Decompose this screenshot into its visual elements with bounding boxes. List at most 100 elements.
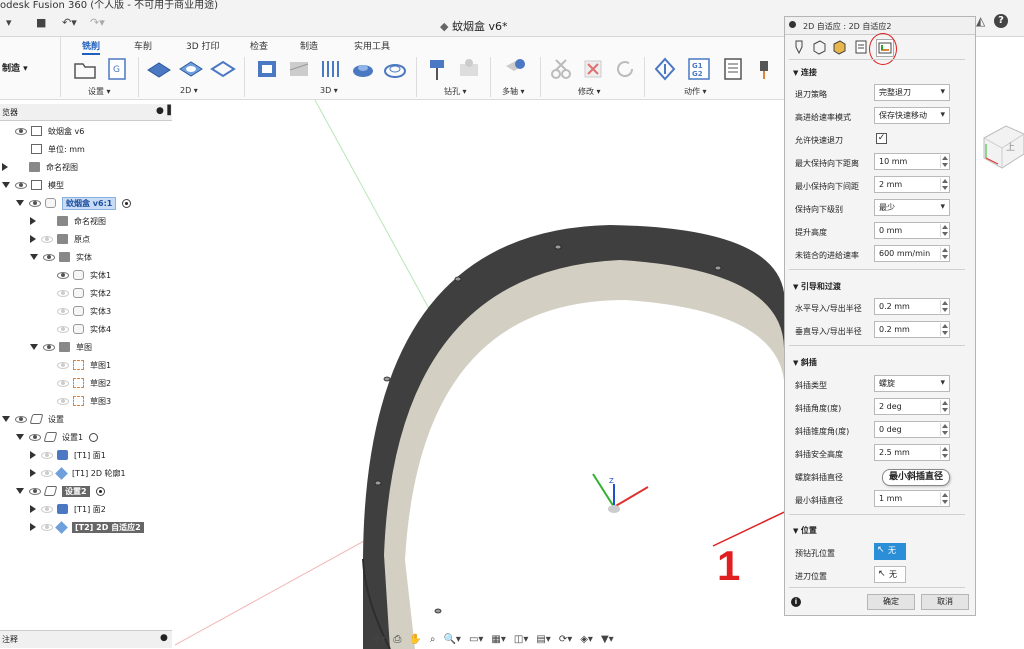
visibility-eye-icon[interactable] <box>15 127 27 135</box>
3d-contour-icon[interactable] <box>350 56 376 82</box>
view-cube[interactable]: 上 <box>980 118 1024 176</box>
browser-node[interactable]: 设置2 <box>0 482 175 500</box>
save-icon[interactable]: ■ <box>36 16 46 29</box>
nav-tool-icon[interactable]: ⎙ <box>393 634 401 645</box>
browser-node[interactable]: [T1] 面1 <box>0 446 175 464</box>
expand-closed-icon[interactable] <box>30 505 36 513</box>
comments-bar[interactable]: 注释 ● <box>0 630 172 648</box>
nav-tool-icon[interactable]: 🔍▾ <box>443 634 460 645</box>
browser-node[interactable]: 蚊烟盒 v6:1 <box>0 194 175 212</box>
lift-height-input[interactable]: 0 mm <box>874 222 950 239</box>
browser-node[interactable]: [T1] 2D 轮廓1 <box>0 464 175 482</box>
max-stay-down-input[interactable]: 10 mm <box>874 153 950 170</box>
browser-node[interactable]: 草图3 <box>0 392 175 410</box>
model-canvas[interactable]: Z <box>175 100 784 649</box>
nav-tool-icon[interactable]: ◈▾ <box>580 634 593 645</box>
simulate-icon[interactable] <box>652 56 678 82</box>
tab-turning[interactable]: 车削 <box>134 39 152 52</box>
comments-toggle-icon[interactable]: ● <box>160 633 168 643</box>
setup-group-label[interactable]: 设置 ▾ <box>88 86 111 97</box>
browser-pin-icon[interactable]: ●▐ <box>156 106 171 116</box>
modify-group-label[interactable]: 修改 ▾ <box>578 86 601 97</box>
geometry-tab-icon[interactable] <box>811 39 827 55</box>
unlinked-feed-input[interactable]: 600 mm/min <box>874 245 950 262</box>
cut-icon[interactable] <box>548 56 574 82</box>
spinner-icon[interactable] <box>940 446 948 459</box>
expand-closed-icon[interactable] <box>30 523 36 531</box>
3d-parallel-icon[interactable] <box>318 56 344 82</box>
visibility-eye-icon[interactable] <box>41 451 53 459</box>
3d-pocket-icon[interactable] <box>286 56 312 82</box>
min-stay-down-input[interactable]: 2 mm <box>874 176 950 193</box>
browser-node[interactable]: 草图2 <box>0 374 175 392</box>
expand-closed-icon[interactable] <box>30 451 36 459</box>
visibility-eye-icon[interactable] <box>15 181 27 189</box>
delete-icon[interactable] <box>580 56 606 82</box>
section-ramp[interactable]: 斜插 <box>793 357 817 368</box>
visibility-eye-icon[interactable] <box>41 469 53 477</box>
browser-node[interactable]: 蚊烟盒 v6 <box>0 122 175 140</box>
ramp-taper-input[interactable]: 0 deg <box>874 421 950 438</box>
expand-open-icon[interactable] <box>16 200 24 206</box>
actions-group-label[interactable]: 动作 ▾ <box>684 86 707 97</box>
3d-scallop-icon[interactable] <box>382 56 408 82</box>
2d-face-icon[interactable] <box>146 56 172 82</box>
redo-icon[interactable]: ↷▾ <box>90 16 105 29</box>
visibility-eye-icon[interactable] <box>57 361 69 369</box>
browser-node[interactable]: 实体4 <box>0 320 175 338</box>
expand-closed-icon[interactable] <box>30 469 36 477</box>
nav-tool-icon[interactable]: ✋ <box>409 634 421 645</box>
visibility-eye-icon[interactable] <box>57 271 69 279</box>
expand-open-icon[interactable] <box>30 344 38 350</box>
2d-group-label[interactable]: 2D ▾ <box>180 86 198 95</box>
visibility-eye-icon[interactable] <box>57 325 69 333</box>
browser-node[interactable]: 实体 <box>0 248 175 266</box>
multi-axis-group-label[interactable]: 多轴 ▾ <box>502 86 525 97</box>
browser-node[interactable]: [T2] 2D 自适应2 <box>0 518 175 536</box>
nav-tool-icon[interactable]: ◫▾ <box>514 634 528 645</box>
browser-node[interactable]: 实体1 <box>0 266 175 284</box>
setup-sheet-list-icon[interactable] <box>720 56 746 82</box>
min-ramp-diameter-input[interactable]: 1 mm <box>874 490 950 507</box>
nav-tool-icon[interactable]: ⟳▾ <box>559 634 572 645</box>
allow-rapid-retract-checkbox[interactable]: ✓ <box>876 133 887 144</box>
browser-node[interactable]: 模型 <box>0 176 175 194</box>
browser-node[interactable]: 设置1 <box>0 428 175 446</box>
activate-radio-icon[interactable] <box>95 486 105 496</box>
tab-3d-print[interactable]: 3D 打印 <box>186 39 220 52</box>
info-icon[interactable]: i <box>791 597 801 607</box>
browser-node[interactable]: 实体3 <box>0 302 175 320</box>
3d-adaptive-icon[interactable] <box>254 56 280 82</box>
high-feed-mode-select[interactable]: 保存快速移动 <box>874 107 950 124</box>
visibility-eye-icon[interactable] <box>29 199 41 207</box>
lead-radius-horizontal-input[interactable]: 0.2 mm <box>874 298 950 315</box>
tab-utilities[interactable]: 实用工具 <box>354 39 390 52</box>
nav-tool-icon[interactable]: ▤▾ <box>536 634 550 645</box>
visibility-eye-icon[interactable] <box>29 487 41 495</box>
drill-group-label[interactable]: 钻孔 ▾ <box>444 86 467 97</box>
lead-radius-vertical-input[interactable]: 0.2 mm <box>874 321 950 338</box>
browser-node[interactable]: 设置 <box>0 410 175 428</box>
visibility-eye-icon[interactable] <box>41 523 53 531</box>
tool-library-icon[interactable] <box>756 56 782 82</box>
section-positions[interactable]: 位置 <box>793 525 817 536</box>
app-menu-icon[interactable]: ▾ <box>6 16 12 29</box>
help-icon[interactable]: ? <box>994 14 1008 28</box>
visibility-eye-icon[interactable] <box>41 235 53 243</box>
drill-icon[interactable] <box>424 56 450 82</box>
hole-recognition-icon[interactable] <box>456 56 482 82</box>
visibility-eye-icon[interactable] <box>57 289 69 297</box>
section-leads[interactable]: 引导和过渡 <box>793 281 841 292</box>
ramp-angle-input[interactable]: 2 deg <box>874 398 950 415</box>
spinner-icon[interactable] <box>940 247 948 260</box>
expand-open-icon[interactable] <box>30 254 38 260</box>
spinner-icon[interactable] <box>940 155 948 168</box>
spinner-icon[interactable] <box>940 178 948 191</box>
workspace-select[interactable]: 制造 ▾ <box>2 61 28 74</box>
nav-tool-icon[interactable]: ✥▾ <box>372 634 385 645</box>
tab-inspect[interactable]: 检查 <box>250 39 268 52</box>
expand-closed-icon[interactable] <box>30 235 36 243</box>
visibility-eye-icon[interactable] <box>15 415 27 423</box>
expand-closed-icon[interactable] <box>30 217 36 225</box>
activate-radio-icon[interactable] <box>89 432 99 442</box>
